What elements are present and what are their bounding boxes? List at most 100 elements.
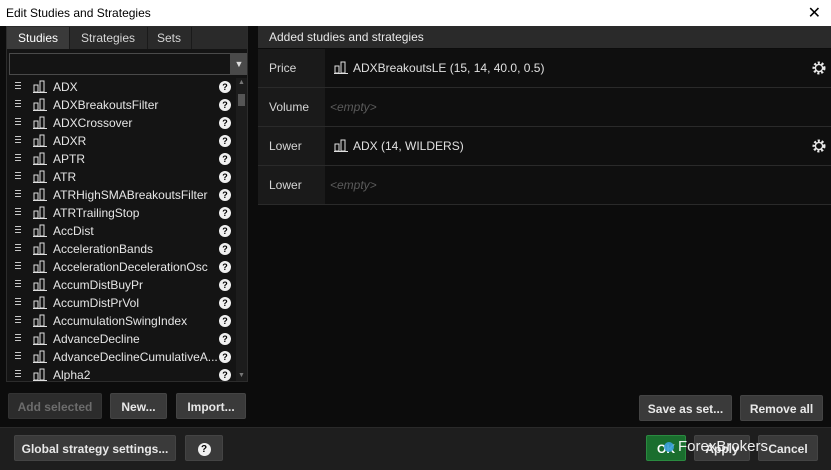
help-icon[interactable]: ? (219, 135, 231, 147)
study-label: AccelerationBands (53, 242, 154, 256)
added-studies-title: Added studies and strategies (269, 30, 424, 44)
drag-handle-icon[interactable] (15, 244, 21, 252)
forexbrokers-logo-icon (664, 442, 674, 453)
help-icon[interactable]: ? (219, 189, 231, 201)
drag-handle-icon[interactable] (15, 190, 21, 198)
drag-handle-icon[interactable] (15, 298, 21, 306)
drag-handle-icon[interactable] (15, 154, 21, 162)
slot-content[interactable]: ADXBreakoutsLE (15, 14, 40.0, 0.5) (325, 49, 831, 87)
slot-price[interactable]: Price ADXBreakoutsLE (15, 14, 40.0, 0.5) (258, 49, 831, 88)
help-icon[interactable]: ? (219, 351, 231, 363)
study-list-item[interactable]: ADXBreakoutsFilter? (7, 96, 235, 114)
study-label: AdvanceDecline (53, 332, 140, 346)
study-list-item[interactable]: AdvanceDecline? (7, 330, 235, 348)
help-icon[interactable]: ? (219, 171, 231, 183)
slot-study-label: ADXBreakoutsLE (15, 14, 40.0, 0.5) (353, 61, 545, 75)
study-list-item[interactable]: ADXCrossover? (7, 114, 235, 132)
study-list-item[interactable]: AccelerationDecelerationOsc? (7, 258, 235, 276)
drag-handle-icon[interactable] (15, 208, 21, 216)
drag-handle-icon[interactable] (15, 316, 21, 324)
gear-icon[interactable] (811, 60, 827, 76)
study-icon (33, 242, 47, 255)
drag-handle-icon[interactable] (15, 136, 21, 144)
study-label: AccumulationSwingIndex (53, 314, 188, 328)
study-icon (33, 188, 47, 201)
slot-study-label: ADX (14, WILDERS) (353, 139, 464, 153)
help-icon[interactable]: ? (219, 297, 231, 309)
help-icon[interactable]: ? (219, 261, 231, 273)
help-icon[interactable]: ? (219, 279, 231, 291)
slot-lower-1[interactable]: Lower ADX (14, WILDERS) (258, 127, 831, 166)
save-as-set-button[interactable]: Save as set... (639, 395, 732, 421)
drag-handle-icon[interactable] (15, 334, 21, 342)
slot-content[interactable]: <empty> (325, 166, 831, 204)
study-list-item[interactable]: AccumDistPrVol? (7, 294, 235, 312)
slot-content[interactable]: <empty> (325, 88, 831, 126)
drag-handle-icon[interactable] (15, 352, 21, 360)
study-list-item[interactable]: ATRTrailingStop? (7, 204, 235, 222)
help-icon[interactable]: ? (219, 333, 231, 345)
studies-scrollbar[interactable]: ▲ ▼ (236, 78, 247, 381)
slot-volume[interactable]: Volume <empty> (258, 88, 831, 127)
help-icon[interactable]: ? (219, 243, 231, 255)
scroll-thumb[interactable] (238, 94, 245, 106)
study-list-item[interactable]: ADX? (7, 78, 235, 96)
study-list-item[interactable]: APTR? (7, 150, 235, 168)
filter-dropdown-button[interactable]: ▼ (231, 53, 247, 75)
study-label: AdvanceDeclineCumulativeA... (53, 350, 218, 364)
drag-handle-icon[interactable] (15, 118, 21, 126)
study-list-item[interactable]: ATR? (7, 168, 235, 186)
study-list-item[interactable]: Alpha2? (7, 366, 235, 381)
study-list-item[interactable]: ATRHighSMABreakoutsFilter? (7, 186, 235, 204)
tab-strategies[interactable]: Strategies (69, 27, 148, 49)
add-selected-button[interactable]: Add selected (8, 393, 102, 419)
drag-handle-icon[interactable] (15, 226, 21, 234)
help-icon[interactable]: ? (219, 369, 231, 381)
help-icon[interactable]: ? (219, 225, 231, 237)
help-icon[interactable]: ? (219, 117, 231, 129)
slot-lower-2[interactable]: Lower <empty> (258, 166, 831, 205)
study-list-item[interactable]: AdvanceDeclineCumulativeA...? (7, 348, 235, 366)
study-icon (334, 139, 348, 152)
study-label: ATRTrailingStop (53, 206, 140, 220)
slot-content[interactable]: ADX (14, WILDERS) (325, 127, 831, 165)
study-list-item[interactable]: AccelerationBands? (7, 240, 235, 258)
global-strategy-settings-button[interactable]: Global strategy settings... (14, 435, 176, 461)
gear-icon[interactable] (811, 138, 827, 154)
help-button[interactable]: ? (185, 435, 223, 461)
study-label: ADXCrossover (53, 116, 133, 130)
help-icon[interactable]: ? (219, 207, 231, 219)
import-button[interactable]: Import... (176, 393, 246, 419)
window-title: Edit Studies and Strategies (6, 6, 151, 20)
drag-handle-icon[interactable] (15, 280, 21, 288)
study-icon (33, 332, 47, 345)
scroll-up-icon[interactable]: ▲ (236, 78, 247, 88)
tab-studies[interactable]: Studies (7, 27, 70, 49)
study-icon (33, 206, 47, 219)
tab-sets[interactable]: Sets (147, 27, 192, 49)
slot-name: Lower (258, 127, 325, 165)
drag-handle-icon[interactable] (15, 82, 21, 90)
study-label: AccelerationDecelerationOsc (53, 260, 208, 274)
slot-name: Price (258, 49, 325, 87)
drag-handle-icon[interactable] (15, 100, 21, 108)
study-list-item[interactable]: AccumDistBuyPr? (7, 276, 235, 294)
study-list-item[interactable]: AccumulationSwingIndex? (7, 312, 235, 330)
drag-handle-icon[interactable] (15, 172, 21, 180)
new-study-button[interactable]: New... (110, 393, 167, 419)
close-icon[interactable]: ✕ (808, 3, 821, 23)
study-label: AccDist (53, 224, 94, 238)
study-list-item[interactable]: ADXR? (7, 132, 235, 150)
filter-input[interactable] (9, 53, 231, 75)
help-icon[interactable]: ? (219, 153, 231, 165)
study-icon (33, 224, 47, 237)
drag-handle-icon[interactable] (15, 262, 21, 270)
help-icon[interactable]: ? (219, 81, 231, 93)
help-icon[interactable]: ? (219, 315, 231, 327)
study-list-item[interactable]: AccDist? (7, 222, 235, 240)
drag-handle-icon[interactable] (15, 370, 21, 378)
help-icon[interactable]: ? (219, 99, 231, 111)
scroll-down-icon[interactable]: ▼ (236, 371, 247, 381)
study-icon (334, 61, 348, 74)
remove-all-button[interactable]: Remove all (740, 395, 823, 421)
